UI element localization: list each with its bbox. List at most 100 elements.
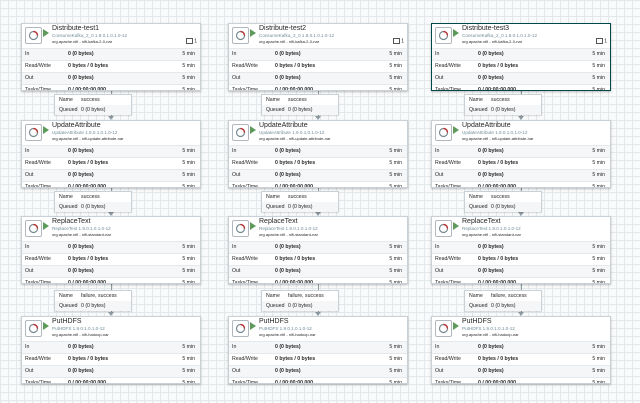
processor-distribute-test3[interactable]: Distribute-test3 ConsumeKafka_2_0 1.9.0.… (431, 23, 611, 91)
stat-label: In (232, 244, 237, 250)
processor-stats: In 0 (0 bytes) 5 min Read/Write 0 bytes / 0… (432, 241, 610, 283)
processor-type: ConsumeKafka_2_0 1.9.0.1.0.1.0-12 (462, 33, 538, 38)
stat-window: 5 min (182, 75, 195, 81)
stat-tasks: Tasks/Time 0 / 00:00:00.000 5 min (22, 84, 200, 91)
stat-value: 0 (0 bytes) (275, 344, 301, 350)
stat-window: 5 min (592, 172, 605, 178)
instance-badge: 1 (186, 38, 197, 44)
stat-window: 5 min (389, 280, 402, 284)
processor-replacetext[interactable]: ReplaceText ReplaceText 1.9.0.1.0.1.0-12… (21, 216, 201, 284)
stat-value: 0 / 00:00:00.000 (68, 380, 107, 384)
connection-name-row: Name failure, success (266, 293, 324, 299)
processor-updateattribute[interactable]: UpdateAttribute UpdateAttribute 1.9.0.1.… (228, 120, 408, 188)
processor-icon (435, 27, 452, 44)
processor-puthdfs[interactable]: PutHDFS PutHDFS 1.9.0.1.0.1.0-12 org.apa… (431, 316, 611, 384)
processor-updateattribute[interactable]: UpdateAttribute UpdateAttribute 1.9.0.1.… (21, 120, 201, 188)
stat-label: In (25, 344, 30, 350)
stat-read-write: Read/Write 0 bytes / 0 bytes 5 min (22, 253, 200, 265)
stat-in: In 0 (0 bytes) 5 min (22, 241, 200, 253)
processor-distribute-test1[interactable]: Distribute-test1 ConsumeKafka_2_0 1.9.0.… (21, 23, 201, 91)
stat-label: Out (435, 172, 444, 178)
stat-label: Out (25, 268, 34, 274)
stat-window: 5 min (592, 256, 605, 262)
stat-in: In 0 (0 bytes) 5 min (22, 48, 200, 60)
stat-value: 0 bytes / 0 bytes (275, 160, 316, 166)
stat-label: Tasks/Time (25, 280, 52, 284)
processor-header: UpdateAttribute UpdateAttribute 1.9.0.1.… (229, 121, 407, 145)
stat-label: Read/Write (435, 356, 461, 362)
stat-label: Out (25, 172, 34, 178)
processor-name: PutHDFS (259, 318, 289, 325)
stat-value: 0 / 00:00:00.000 (68, 184, 107, 188)
connection-name-row: Name failure, success (59, 293, 117, 299)
stat-label: In (25, 148, 30, 154)
stat-in: In 0 (0 bytes) 5 min (229, 145, 407, 157)
stat-window: 5 min (182, 87, 195, 91)
processor-icon (25, 124, 42, 141)
stat-window: 5 min (389, 256, 402, 262)
stat-value: 0 (0 bytes) (68, 172, 94, 178)
processor-bundle: org.apache.nifi - nifi-update-attribute-… (462, 136, 534, 141)
stat-out: Out 0 (0 bytes) 5 min (229, 72, 407, 84)
processor-bundle: org.apache.nifi - nifi-hadoop-nar (259, 332, 316, 337)
processor-replacetext[interactable]: ReplaceText ReplaceText 1.9.0.1.0.1.0-12… (228, 216, 408, 284)
stat-read-write: Read/Write 0 bytes / 0 bytes 5 min (432, 60, 610, 72)
cluster-grid-icon (596, 38, 604, 44)
processor-stats: In 0 (0 bytes) 5 min Read/Write 0 bytes / 0… (432, 48, 610, 91)
stat-window: 5 min (592, 75, 605, 81)
stat-tasks: Tasks/Time 0 / 00:00:00.000 5 min (432, 181, 610, 187)
stat-value: 0 / 00:00:00.000 (68, 280, 107, 284)
connection-label[interactable]: Name failure, success Queued 0 (0 bytes) (54, 290, 132, 311)
running-status-icon (250, 222, 256, 230)
stat-out: Out 0 (0 bytes) 5 min (432, 169, 610, 181)
processor-type: ReplaceText 1.9.0.1.0.1.0-12 (462, 226, 521, 231)
connection-label[interactable]: Name success Queued 0 (0 bytes) (464, 191, 542, 212)
connection-label[interactable]: Name success Queued 0 (0 bytes) (261, 94, 339, 115)
stat-tasks: Tasks/Time 0 / 00:00:00.000 5 min (229, 84, 407, 90)
stat-label: Read/Write (232, 356, 258, 362)
processor-icon (232, 320, 249, 337)
stat-out: Out 0 (0 bytes) 5 min (229, 365, 407, 377)
stat-value: 0 (0 bytes) (478, 148, 504, 154)
stat-value: 0 (0 bytes) (68, 268, 94, 274)
connection-label[interactable]: Name success Queued 0 (0 bytes) (261, 191, 339, 212)
stat-out: Out 0 (0 bytes) 5 min (432, 365, 610, 377)
stat-window: 5 min (389, 160, 402, 166)
running-status-icon (453, 126, 459, 134)
processor-puthdfs[interactable]: PutHDFS PutHDFS 1.9.0.1.0.1.0-12 org.apa… (228, 316, 408, 384)
stat-label: In (435, 244, 440, 250)
connection-label[interactable]: Name failure, success Queued 0 (0 bytes) (261, 290, 339, 311)
stat-in: In 0 (0 bytes) 5 min (432, 341, 610, 353)
stat-tasks: Tasks/Time 0 / 00:00:00.000 5 min (432, 377, 610, 383)
stat-read-write: Read/Write 0 bytes / 0 bytes 5 min (229, 353, 407, 365)
processor-icon (435, 220, 452, 237)
stat-value: 0 (0 bytes) (275, 148, 301, 154)
stat-read-write: Read/Write 0 bytes / 0 bytes 5 min (22, 353, 200, 365)
stat-value: 0 (0 bytes) (478, 75, 504, 81)
processor-type: ReplaceText 1.9.0.1.0.1.0-12 (52, 226, 111, 231)
connection-label[interactable]: Name success Queued 0 (0 bytes) (54, 191, 132, 212)
stat-read-write: Read/Write 0 bytes / 0 bytes 5 min (229, 60, 407, 72)
processor-distribute-test2[interactable]: Distribute-test2 ConsumeKafka_2_0 1.9.0.… (228, 23, 408, 91)
stat-window: 5 min (592, 87, 605, 91)
stat-label: Tasks/Time (232, 280, 259, 284)
connection-label[interactable]: Name failure, success Queued 0 (0 bytes) (464, 290, 542, 311)
processor-puthdfs[interactable]: PutHDFS PutHDFS 1.9.0.1.0.1.0-12 org.apa… (21, 316, 201, 384)
stat-value: 0 (0 bytes) (68, 148, 94, 154)
stat-label: In (435, 344, 440, 350)
processor-header: PutHDFS PutHDFS 1.9.0.1.0.1.0-12 org.apa… (432, 317, 610, 341)
stat-value: 0 bytes / 0 bytes (68, 63, 109, 69)
processor-name: PutHDFS (462, 318, 492, 325)
processor-replacetext[interactable]: ReplaceText ReplaceText 1.9.0.1.0.1.0-12… (431, 216, 611, 284)
processor-stats: In 0 (0 bytes) 5 min Read/Write 0 bytes / 0… (229, 145, 407, 187)
processor-updateattribute[interactable]: UpdateAttribute UpdateAttribute 1.9.0.1.… (431, 120, 611, 188)
processor-icon (25, 27, 42, 44)
connection-label[interactable]: Name success Queued 0 (0 bytes) (54, 94, 132, 115)
stat-in: In 0 (0 bytes) 5 min (432, 241, 610, 253)
processor-name: UpdateAttribute (259, 122, 308, 129)
connection-label[interactable]: Name success Queued 0 (0 bytes) (464, 94, 542, 115)
processor-header: UpdateAttribute UpdateAttribute 1.9.0.1.… (432, 121, 610, 145)
connection-name-row: Name failure, success (469, 293, 527, 299)
stat-value: 0 / 00:00:00.000 (478, 87, 517, 91)
stat-window: 5 min (182, 344, 195, 350)
